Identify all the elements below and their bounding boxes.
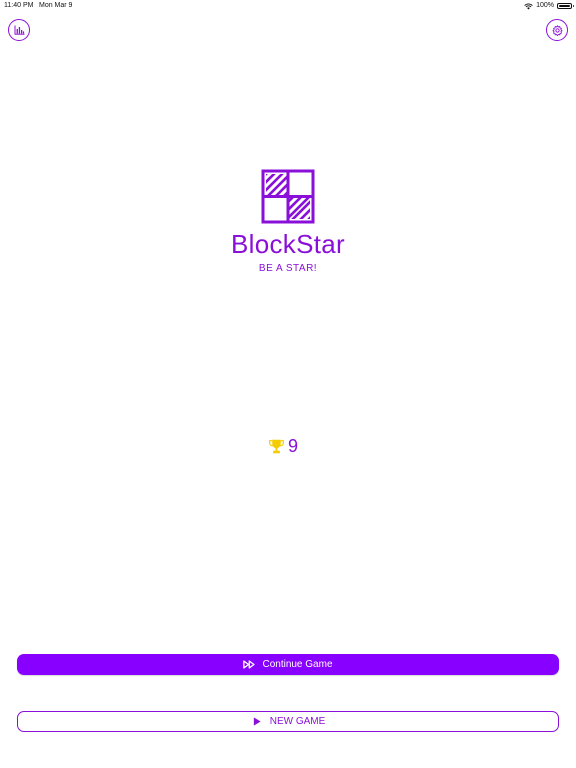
new-game-button[interactable]: NEW GAME — [17, 711, 559, 732]
best-score: 9 — [268, 436, 298, 456]
bar-chart-icon — [14, 25, 24, 35]
play-icon — [253, 717, 261, 726]
app-tagline: BE A STAR! — [258, 263, 318, 274]
battery-percent: 100% — [536, 2, 554, 9]
status-bar: 11:40 PM Mon Mar 9 100% — [0, 0, 576, 12]
best-score-value: 9 — [288, 435, 299, 456]
wifi-icon — [524, 3, 533, 9]
new-game-label: NEW GAME — [269, 716, 326, 727]
stats-button[interactable] — [8, 19, 30, 41]
settings-button[interactable] — [546, 19, 568, 41]
fast-forward-icon — [243, 660, 256, 669]
continue-game-button[interactable]: Continue Game — [17, 654, 559, 675]
gear-icon — [551, 24, 563, 36]
blockstar-logo-icon — [261, 169, 315, 224]
status-date: Mon Mar 9 — [39, 2, 73, 9]
battery-icon — [557, 3, 574, 9]
status-right: 100% — [524, 0, 574, 12]
continue-game-label: Continue Game — [262, 659, 333, 670]
status-time: 11:40 PM — [4, 2, 34, 9]
trophy-icon — [269, 439, 284, 453]
app-title: BlockStar — [231, 229, 345, 259]
